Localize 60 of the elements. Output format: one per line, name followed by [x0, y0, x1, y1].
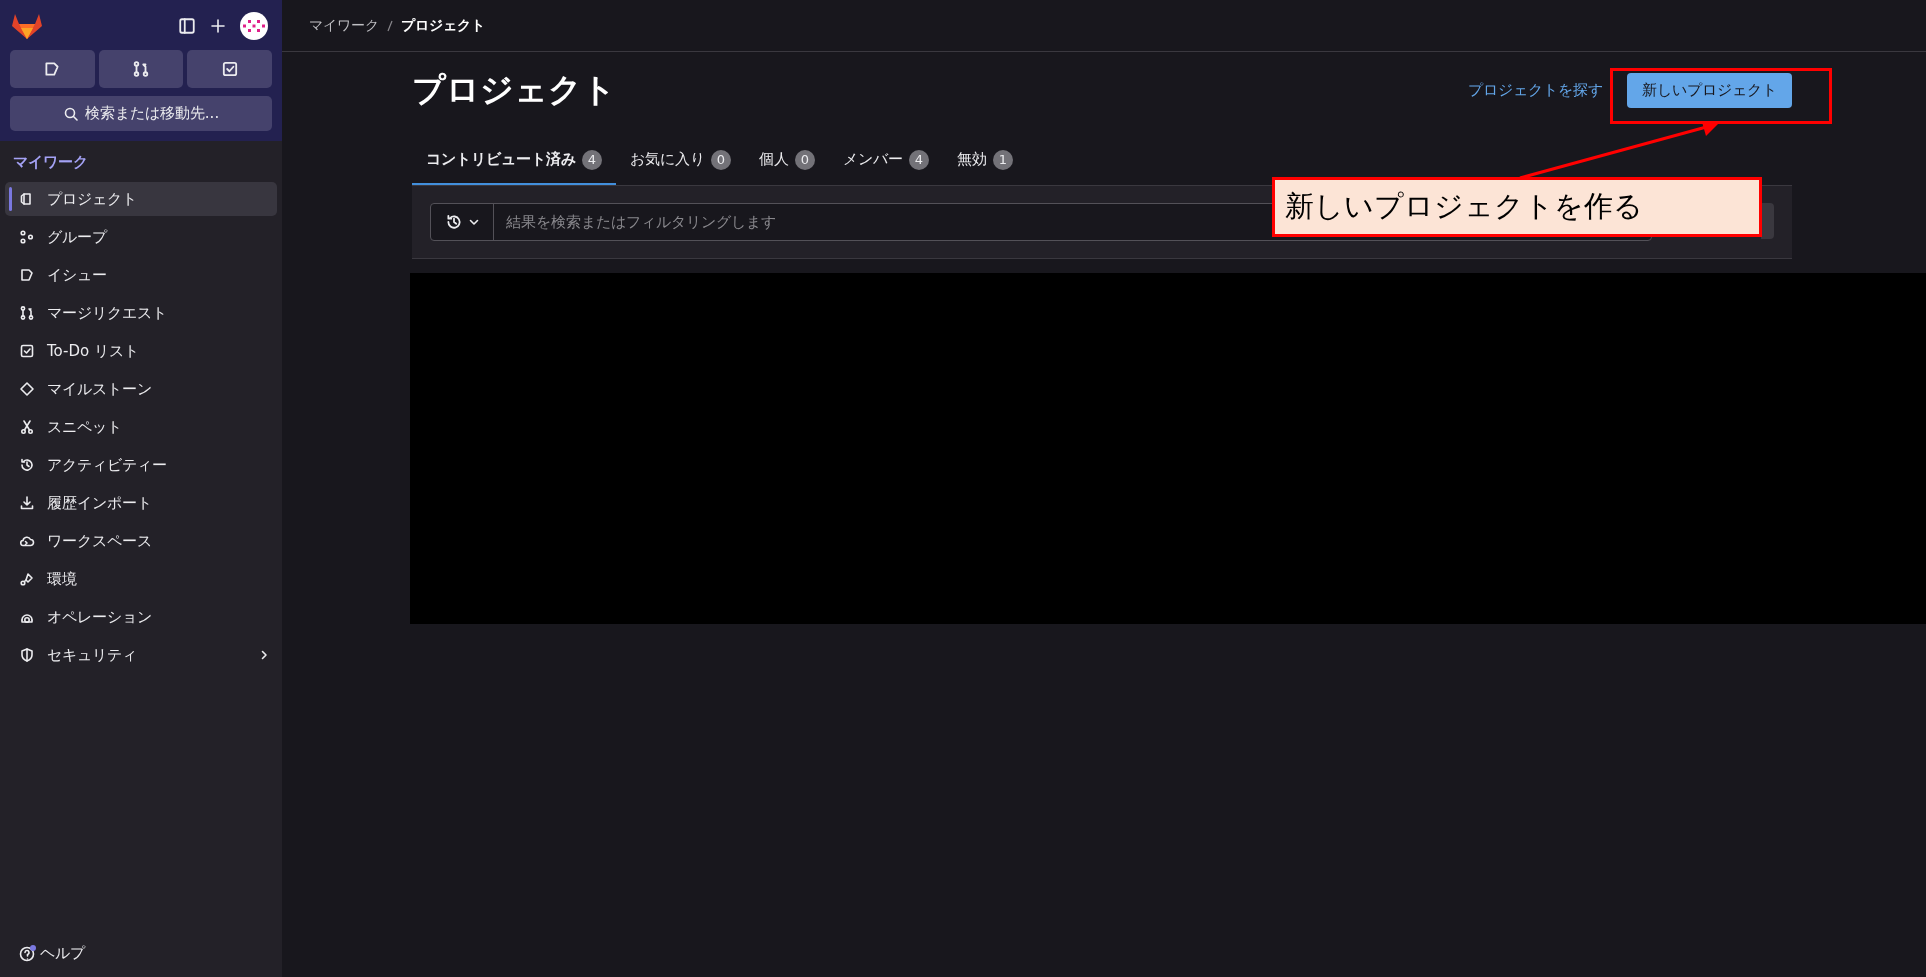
sidebar-toggle-icon[interactable] — [178, 17, 196, 35]
tab-label: 無効 — [957, 150, 987, 169]
tab-label: コントリビュート済み — [426, 150, 576, 169]
count-badge: 0 — [711, 149, 731, 170]
plus-icon[interactable] — [210, 18, 226, 34]
sidebar-item[interactable]: セキュリティ — [5, 638, 277, 672]
sidebar-item[interactable]: To-Do リスト — [5, 334, 277, 368]
tab[interactable]: お気に入り 0 — [616, 136, 745, 185]
merge-request-icon — [132, 60, 150, 78]
count-badge: 4 — [909, 149, 929, 170]
history-icon — [445, 213, 463, 231]
scissors-icon — [19, 419, 35, 435]
page-title: プロジェクト — [412, 68, 617, 111]
tab-label: メンバー — [843, 150, 903, 169]
sidebar-item[interactable]: アクティビティー — [5, 448, 277, 482]
sidebar-item[interactable]: スニペット — [5, 410, 277, 444]
help-button[interactable]: ヘルプ — [0, 943, 282, 977]
tab[interactable]: 無効 1 — [943, 136, 1027, 185]
issue-icon — [19, 267, 35, 283]
breadcrumb-link[interactable]: マイワーク — [309, 16, 379, 35]
cloud-icon — [19, 533, 35, 549]
count-badge: 0 — [795, 149, 815, 170]
breadcrumb-current: プロジェクト — [401, 16, 485, 35]
milestone-icon — [19, 381, 35, 397]
section-title: マイワーク — [12, 152, 89, 173]
history-icon — [19, 457, 35, 473]
sidebar-item[interactable]: マージリクエスト — [5, 296, 277, 330]
sidebar-item[interactable]: マイルストーン — [5, 372, 277, 406]
help-icon — [18, 943, 38, 963]
count-badge: 4 — [582, 149, 602, 170]
merge-request-button[interactable] — [98, 50, 184, 88]
shield-icon — [19, 647, 35, 663]
merge-request-icon — [19, 305, 35, 321]
search-button[interactable]: 検索または移動先... — [10, 96, 272, 131]
tab-label: お気に入り — [630, 150, 705, 169]
avatar-icon[interactable] — [240, 12, 268, 40]
sidebar-item[interactable]: イシュー — [5, 258, 277, 292]
fox-logo-icon[interactable] — [12, 12, 42, 40]
sidebar-item[interactable]: プロジェクト — [5, 182, 277, 216]
explore-link[interactable]: プロジェクトを探す — [1468, 80, 1603, 100]
slash-icon — [387, 19, 393, 32]
search-icon — [62, 105, 79, 122]
sidebar-item[interactable]: ワークスペース — [5, 524, 277, 558]
group-icon — [19, 229, 35, 245]
download-icon — [19, 495, 35, 511]
tab-label: 個人 — [759, 150, 789, 169]
todo-button[interactable] — [187, 50, 272, 88]
new-project-button[interactable]: 新しいプロジェクト — [1627, 72, 1792, 108]
chevron-down-icon — [469, 217, 479, 227]
tab[interactable]: メンバー 4 — [829, 136, 943, 185]
callout-tooltip: 新しいプロジェクトを作る — [1272, 177, 1762, 237]
chevron-right-icon — [259, 650, 269, 660]
tab[interactable]: 個人 0 — [745, 136, 829, 185]
sidebar-item[interactable]: 環境 — [5, 562, 277, 596]
todo-icon — [220, 60, 239, 78]
sidebar-item[interactable]: 履歴インポート — [5, 486, 277, 520]
sidebar-item[interactable]: グループ — [5, 220, 277, 254]
todo-icon — [19, 343, 35, 359]
count-badge: 1 — [993, 149, 1013, 170]
sidebar-item[interactable]: オペレーション — [5, 600, 277, 634]
